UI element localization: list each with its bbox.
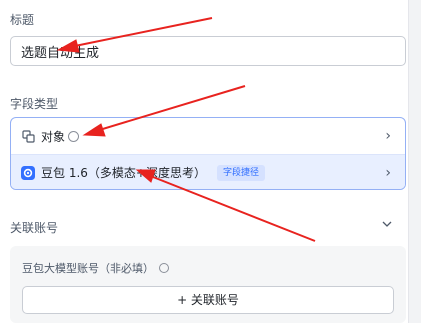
- linked-account-label: 关联账号: [10, 221, 59, 235]
- linked-account-card: 豆包大模型账号（非必填） + 关联账号: [10, 246, 406, 323]
- chevron-right-icon[interactable]: ›: [385, 128, 391, 144]
- chevron-right-icon[interactable]: ›: [385, 165, 391, 181]
- field-type-label: 字段类型: [10, 97, 59, 111]
- model-option-label: 豆包 1.6（多模态+深度思考）: [41, 166, 206, 180]
- title-input[interactable]: [10, 36, 406, 66]
- info-icon[interactable]: [68, 130, 80, 142]
- doubao-logo-icon: [21, 165, 35, 180]
- object-option-label: 对象: [41, 129, 66, 144]
- field-type-option-model[interactable]: 豆包 1.6（多模态+深度思考） 字段捷径 ›: [11, 154, 405, 189]
- field-type-selector: 对象 › 豆包 1.6（多模态+深度思考） 字段捷径 ›: [10, 117, 406, 190]
- title-label: 标题: [10, 13, 35, 27]
- account-label-text: 豆包大模型账号（非必填）: [22, 262, 154, 275]
- account-field-label: 豆包大模型账号（非必填）: [22, 260, 169, 276]
- link-account-button[interactable]: + 关联账号: [22, 286, 394, 314]
- field-settings-panel: 标题 字段类型 对象 › 豆包 1.: [0, 0, 421, 323]
- scroll-gutter: [408, 0, 421, 323]
- info-icon[interactable]: [159, 263, 169, 273]
- object-icon: [21, 129, 35, 143]
- field-shortcut-badge: 字段捷径: [217, 164, 266, 181]
- chevron-down-icon[interactable]: [381, 218, 393, 230]
- object-option-text: 对象: [41, 128, 80, 145]
- field-type-option-object[interactable]: 对象 ›: [11, 118, 405, 154]
